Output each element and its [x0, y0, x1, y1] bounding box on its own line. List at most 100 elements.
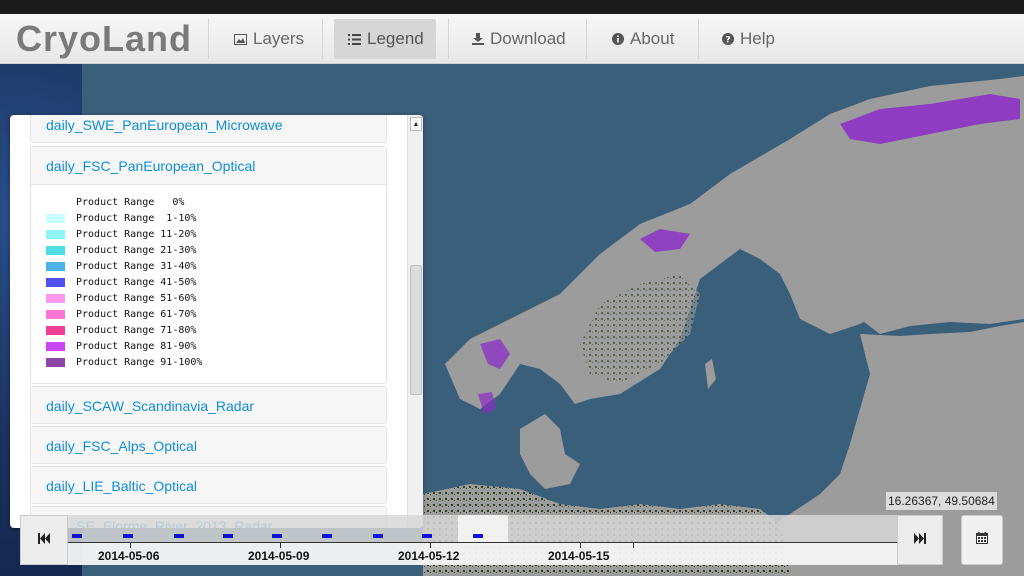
calendar-button[interactable]: [961, 515, 1003, 565]
legend-swatch: [46, 293, 65, 303]
timeline-tick: [430, 543, 431, 548]
legend-entry: Product Range 21-30%: [46, 242, 196, 258]
nav-separator: [586, 19, 587, 59]
legend-swatch: [46, 197, 65, 207]
legend-entry: Product Range 91-100%: [46, 354, 202, 370]
timeline-data-mark[interactable]: [174, 534, 184, 538]
timeline-slider: 2014-05-06 2014-05-09 2014-05-12 2014-05…: [20, 515, 943, 565]
legend-swatch: [46, 213, 65, 223]
nav-download-label: Download: [490, 29, 566, 48]
scroll-up-arrow-icon[interactable]: ▲: [410, 117, 422, 131]
timeline-data-mark[interactable]: [373, 534, 383, 538]
denmark-land: [520, 414, 580, 489]
legend-entry: Product Range 11-20%: [46, 226, 196, 242]
app-brand[interactable]: CryoLand: [16, 19, 192, 59]
legend-label: Product Range 71-80%: [76, 324, 197, 336]
legend-entry: Product Range 31-40%: [46, 258, 196, 274]
nav-separator: [448, 19, 449, 59]
legend-entry: Product Range 61-70%: [46, 306, 196, 322]
legend-label: Product Range 91-100%: [76, 356, 203, 368]
nav-help-label: Help: [740, 29, 775, 48]
accordion-lie-baltic-optical[interactable]: daily_LIE_Baltic_Optical: [30, 466, 387, 504]
legend-label: Product Range 0%: [76, 196, 185, 208]
legend-swatch: [46, 325, 65, 335]
timeline-date-label: 2014-05-06: [98, 549, 160, 563]
timeline-data-mark[interactable]: [223, 534, 233, 538]
timeline-selection[interactable]: [458, 515, 508, 542]
timeline-tick: [633, 543, 634, 548]
nav-layers[interactable]: Layers: [220, 19, 318, 59]
image-icon: [234, 33, 247, 45]
nav-help[interactable]: ? Help: [708, 19, 789, 59]
timeline-track[interactable]: [68, 515, 897, 542]
accordion-fsc-alps-optical[interactable]: daily_FSC_Alps_Optical: [30, 426, 387, 464]
skip-backward-icon: [38, 531, 50, 549]
timeline-prev-button[interactable]: [20, 515, 68, 565]
timeline-date-label: 2014-05-09: [248, 549, 310, 563]
gotland-island: [705, 359, 716, 389]
legend-label: Product Range 51-60%: [76, 292, 197, 304]
legend-entry: Product Range 0%: [46, 194, 184, 210]
legend-image: Product Range 0% Product Range 1-10% Pro…: [46, 194, 206, 374]
accordion-header[interactable]: daily_LIE_Baltic_Optical: [31, 467, 386, 505]
legend-swatch: [46, 261, 65, 271]
timeline-next-button[interactable]: [897, 515, 943, 565]
legend-label: Product Range 1-10%: [76, 212, 197, 224]
timeline-date-label: 2014-05-12: [398, 549, 460, 563]
legend-swatch: [46, 229, 65, 239]
nav-separator: [208, 19, 209, 59]
timeline-axis: 2014-05-06 2014-05-09 2014-05-12 2014-05…: [68, 542, 897, 565]
legend-label: Product Range 11-20%: [76, 228, 197, 240]
timeline-data-mark[interactable]: [123, 534, 133, 538]
legend-entry: Product Range 71-80%: [46, 322, 196, 338]
legend-entry: Product Range 41-50%: [46, 274, 196, 290]
timeline-data-mark[interactable]: [473, 534, 483, 538]
legend-label: Product Range 41-50%: [76, 276, 197, 288]
timeline-data-mark[interactable]: [322, 534, 332, 538]
legend-swatch: [46, 357, 65, 367]
top-navbar: CryoLand Layers Legend Download About ? …: [0, 14, 1024, 64]
legend-label: Product Range 61-70%: [76, 308, 197, 320]
legend-swatch: [46, 309, 65, 319]
nav-layers-label: Layers: [253, 29, 305, 48]
legend-entry: Product Range 51-60%: [46, 290, 196, 306]
list-icon: [348, 33, 361, 45]
scrollbar-thumb[interactable]: [410, 265, 422, 395]
svg-text:?: ?: [725, 35, 730, 45]
timeline-tick: [580, 543, 581, 548]
timeline-tick: [130, 543, 131, 548]
help-icon: ?: [722, 33, 734, 45]
timeline-data-mark[interactable]: [272, 534, 282, 538]
legend-scrollbar[interactable]: ▲: [407, 115, 423, 528]
timeline-tick: [280, 543, 281, 548]
legend-label: Product Range 81-90%: [76, 340, 197, 352]
legend-panel: daily_SWE_PanEuropean_Microwave daily_FS…: [10, 115, 423, 528]
legend-entry: Product Range 81-90%: [46, 338, 196, 354]
timeline-data-mark[interactable]: [72, 534, 82, 538]
download-icon: [472, 33, 484, 45]
mouse-coordinates: 16.26367, 49.50684: [886, 492, 997, 510]
legend-label: Product Range 31-40%: [76, 260, 197, 272]
accordion-scaw-scandinavia-radar[interactable]: daily_SCAW_Scandinavia_Radar: [30, 386, 387, 424]
nav-legend[interactable]: Legend: [334, 19, 436, 59]
legend-swatch: [46, 341, 65, 351]
nav-separator: [322, 19, 323, 59]
nav-about[interactable]: About: [598, 19, 688, 59]
nav-download[interactable]: Download: [458, 19, 580, 59]
nav-legend-label: Legend: [367, 29, 424, 48]
skip-forward-icon: [914, 531, 926, 549]
accordion-header[interactable]: daily_SCAW_Scandinavia_Radar: [31, 387, 386, 425]
info-icon: [612, 33, 624, 45]
legend-panel-content: daily_SWE_PanEuropean_Microwave daily_FS…: [10, 115, 407, 528]
legend-swatch: [46, 245, 65, 255]
timeline-data-mark[interactable]: [422, 534, 432, 538]
accordion-swe-paneuropean-microwave[interactable]: daily_SWE_PanEuropean_Microwave: [30, 115, 387, 143]
accordion-header[interactable]: daily_SWE_PanEuropean_Microwave: [31, 115, 386, 144]
nav-about-label: About: [630, 29, 675, 48]
legend-swatch: [46, 277, 65, 287]
accordion-header[interactable]: daily_FSC_Alps_Optical: [31, 427, 386, 465]
legend-label: Product Range 21-30%: [76, 244, 197, 256]
accordion-fsc-paneuropean-optical: daily_FSC_PanEuropean_Optical Product Ra…: [30, 146, 387, 384]
nav-separator: [698, 19, 699, 59]
accordion-header[interactable]: daily_FSC_PanEuropean_Optical: [31, 147, 386, 185]
